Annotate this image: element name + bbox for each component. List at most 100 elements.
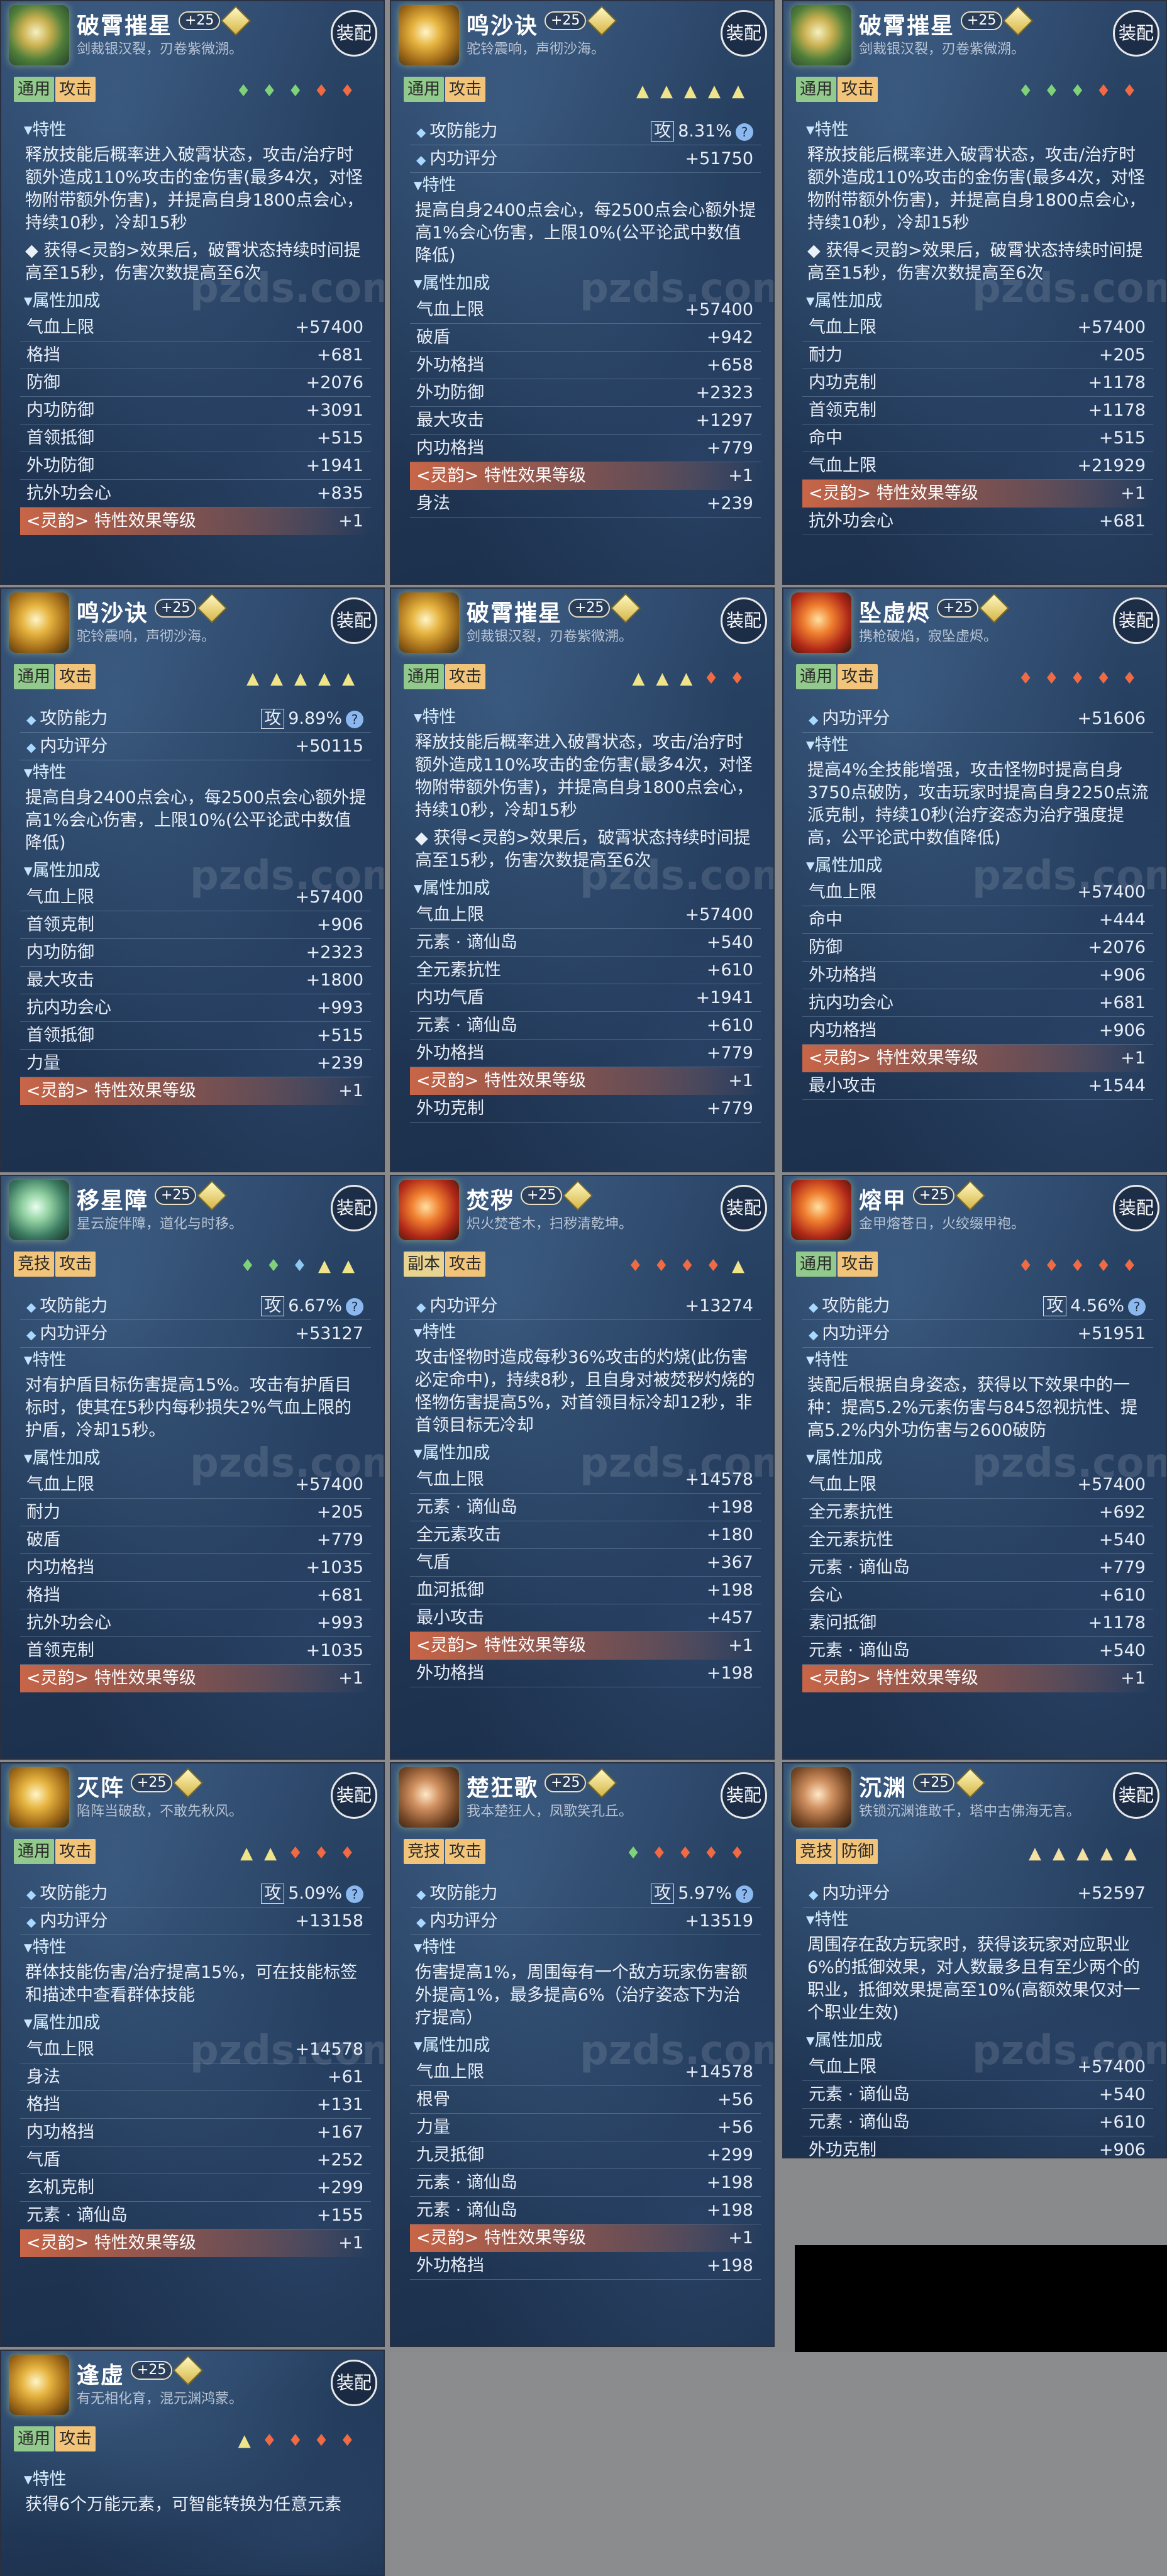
row-label: ◆ 内功评分 bbox=[26, 1320, 108, 1348]
equipment-card[interactable]: 坠虚烬+25携枪破焰，寂坠虚烬。装配通用攻击♦♦♦♦♦◆内功评分+51606特性… bbox=[782, 587, 1167, 1172]
row-value: +51750 bbox=[685, 149, 753, 169]
row-label: 首领抵御 bbox=[26, 425, 94, 452]
section-header[interactable]: 属性加成 bbox=[410, 2033, 761, 2058]
equipment-card[interactable]: 移星障 +25 星云旋伴障，道化与时移。 装配 竞技 攻击 ♦♦♦▲▲ ◆ 攻防能力攻 6.67%… bbox=[0, 1175, 385, 1760]
help-icon[interactable]: ? bbox=[346, 710, 363, 728]
row-value: +198 bbox=[706, 2201, 753, 2220]
level-badge: +25 bbox=[521, 1186, 563, 1205]
row-label: 抗内功会心 bbox=[809, 989, 893, 1017]
grade-gem-icon bbox=[196, 1180, 228, 1211]
row-value: +515 bbox=[316, 428, 363, 448]
row-label-text: 气血上限 bbox=[809, 318, 877, 337]
diamond-icon: ◆ bbox=[26, 1299, 36, 1314]
section-header[interactable]: 特性 bbox=[20, 1935, 371, 1960]
equipment-card[interactable]: 逢虚+25有无相化育，混元渊鸿蒙。装配通用攻击▲♦♦♦♦特性获得6个万能元素，可… bbox=[0, 2350, 385, 2576]
row-label: ◆ 攻防能力 bbox=[26, 705, 108, 733]
section-header[interactable]: 属性加成 bbox=[410, 1441, 761, 1466]
rune-icon: ♦ bbox=[314, 82, 340, 101]
attribute-row: 元素 · 谪仙岛 +610 bbox=[802, 2109, 1153, 2136]
equipment-card[interactable]: 破霄摧星+25剑裁银汉裂，刃卷紫微溯。装配通用攻击♦♦♦♦♦特性释放技能后概率进… bbox=[0, 0, 385, 585]
leaf-emblem-icon bbox=[9, 5, 69, 65]
row-label-text: 内功格挡 bbox=[26, 1558, 94, 1577]
rune-icon: ▲ bbox=[1100, 1844, 1124, 1863]
row-value: +57400 bbox=[295, 887, 363, 907]
section-header[interactable]: 属性加成 bbox=[802, 289, 1153, 314]
section-header[interactable]: 属性加成 bbox=[410, 271, 761, 296]
section-header[interactable]: 特性 bbox=[802, 1907, 1153, 1933]
equipment-card[interactable]: 鸣沙诀 +25 驼铃震响，声彻沙海。 装配 通用 攻击 ▲▲▲▲▲ ◆ 攻防能力攻 8.31%? ◆… bbox=[390, 0, 775, 585]
help-icon[interactable]: ? bbox=[346, 1885, 363, 1903]
help-icon[interactable]: ? bbox=[346, 1297, 363, 1316]
section-header[interactable]: 属性加成 bbox=[20, 1446, 371, 1471]
row-label: 九灵抵御 bbox=[416, 2141, 484, 2169]
section-header[interactable]: 特性 bbox=[410, 705, 761, 730]
section-header[interactable]: 属性加成 bbox=[20, 858, 371, 884]
section-header[interactable]: 特性 bbox=[802, 733, 1153, 758]
equipment-card[interactable]: 灭阵 +25 陷阵当破敌，不敢先秋风。 装配 通用 攻击 ▲▲♦♦♦ ◆ 攻防能力攻 5.09%?… bbox=[0, 1762, 385, 2347]
section-header[interactable]: 特性 bbox=[20, 2467, 371, 2492]
card-title: 坠虚烬 bbox=[859, 601, 931, 626]
section-header[interactable]: 特性 bbox=[410, 1320, 761, 1345]
section-header[interactable]: 属性加成 bbox=[802, 853, 1153, 879]
card-subtitle: 驼铃震响，声彻沙海。 bbox=[77, 629, 216, 645]
row-value: +14578 bbox=[685, 2062, 753, 2082]
row-label: 血河抵御 bbox=[416, 1577, 484, 1604]
row-label-text: <灵韵> 特性效果等级 bbox=[809, 1668, 978, 1688]
row-label-text: 外功防御 bbox=[416, 383, 484, 402]
equip-button[interactable]: 装配 bbox=[331, 597, 377, 644]
equip-button[interactable]: 装配 bbox=[331, 1185, 377, 1231]
section-header[interactable]: 属性加成 bbox=[802, 1446, 1153, 1471]
rune-icon: ♦ bbox=[705, 1257, 732, 1275]
equip-button[interactable]: 装配 bbox=[721, 597, 767, 644]
equipment-card[interactable]: 熔甲 +25 金甲熔苍日，火绞缀甲袍。 装配 通用 攻击 ♦♦♦♦♦ ◆ 攻防能力攻 4.56%?… bbox=[782, 1175, 1167, 1760]
row-label: 内功格挡 bbox=[26, 2119, 94, 2146]
attribute-row: 气血上限 +14578 bbox=[410, 2058, 761, 2086]
help-icon[interactable]: ? bbox=[1128, 1297, 1146, 1316]
diamond-icon: ◆ bbox=[809, 1299, 819, 1314]
row-value: +2076 bbox=[306, 373, 363, 392]
row-label: ◆ 内功评分 bbox=[26, 1907, 108, 1936]
row-label: 元素 · 谪仙岛 bbox=[809, 2081, 910, 2109]
section-header[interactable]: 属性加成 bbox=[410, 876, 761, 901]
row-label: 外功克制 bbox=[809, 2136, 877, 2157]
section-header[interactable]: 特性 bbox=[20, 118, 371, 143]
equip-button[interactable]: 装配 bbox=[1113, 1772, 1159, 1819]
equip-button[interactable]: 装配 bbox=[721, 1185, 767, 1231]
row-label-text: 命中 bbox=[809, 910, 843, 930]
section-header[interactable]: 特性 bbox=[410, 173, 761, 198]
row-label: 气血上限 bbox=[809, 2053, 877, 2081]
equipment-card[interactable]: 楚狂歌 +25 我本楚狂人，凤歌笑孔丘。 装配 竞技 攻击 ♦♦♦♦♦ ◆ 攻防能力攻 5.97%… bbox=[390, 1762, 775, 2347]
diamond-icon: ◆ bbox=[809, 1327, 819, 1342]
equipment-card[interactable]: 破霄摧星+25剑裁银汉裂，刃卷紫微溯。装配通用攻击♦♦♦♦♦特性释放技能后概率进… bbox=[782, 0, 1167, 585]
equipment-card[interactable]: 焚秽+25炽火焚苍木，扫秽清乾坤。装配副本攻击♦♦♦♦▲◆内功评分+13274特… bbox=[390, 1175, 775, 1760]
level-badge: +25 bbox=[913, 1186, 955, 1205]
equip-button[interactable]: 装配 bbox=[1113, 1185, 1159, 1231]
equip-button[interactable]: 装配 bbox=[721, 1772, 767, 1819]
section-header[interactable]: 属性加成 bbox=[802, 2028, 1153, 2053]
section-header[interactable]: 属性加成 bbox=[20, 2011, 371, 2036]
section-header[interactable]: 属性加成 bbox=[20, 289, 371, 314]
equip-button[interactable]: 装配 bbox=[1113, 597, 1159, 644]
section-header[interactable]: 特性 bbox=[20, 760, 371, 786]
equip-button[interactable]: 装配 bbox=[721, 10, 767, 57]
rune-icon: ♦ bbox=[240, 1257, 267, 1275]
card-subtitle: 有无相化育，混元渊鸿蒙。 bbox=[77, 2391, 243, 2407]
section-header[interactable]: 特性 bbox=[802, 118, 1153, 143]
section-header[interactable]: 特性 bbox=[20, 1348, 371, 1373]
row-label: 气血上限 bbox=[416, 901, 484, 929]
help-icon[interactable]: ? bbox=[736, 123, 753, 141]
equip-button[interactable]: 装配 bbox=[331, 10, 377, 57]
equipment-card[interactable]: 破霄摧星+25剑裁银汉裂，刃卷紫微溯。装配通用攻击▲▲▲♦♦特性释放技能后概率进… bbox=[390, 587, 775, 1172]
equipment-card[interactable]: 鸣沙诀 +25 驼铃震响，声彻沙海。 装配 通用 攻击 ▲▲▲▲▲ ◆ 攻防能力攻 9.89%? ◆… bbox=[0, 587, 385, 1172]
section-header[interactable]: 特性 bbox=[802, 1348, 1153, 1373]
equip-button[interactable]: 装配 bbox=[331, 1772, 377, 1819]
row-label-text: 外功克制 bbox=[416, 1099, 484, 1118]
help-icon[interactable]: ? bbox=[736, 1885, 753, 1903]
equip-button[interactable]: 装配 bbox=[1113, 10, 1159, 57]
equipment-card[interactable]: 沉渊 +25 铁锁沉渊谁敢千，塔中古佛海无言。 装配 竞技 防御 ▲▲▲▲▲ ◆ 内功评分 +52… bbox=[782, 1762, 1167, 2158]
section-header[interactable]: 特性 bbox=[410, 1935, 761, 1960]
equip-button[interactable]: 装配 bbox=[331, 2360, 377, 2406]
row-value: +14578 bbox=[685, 1470, 753, 1489]
attribute-row: 防御 +2076 bbox=[802, 934, 1153, 962]
row-label-text: 攻防能力 bbox=[822, 1296, 890, 1316]
